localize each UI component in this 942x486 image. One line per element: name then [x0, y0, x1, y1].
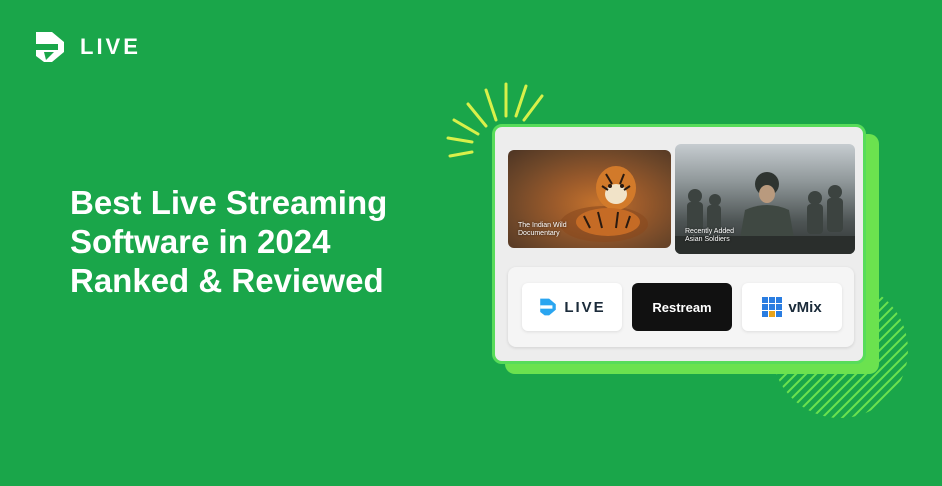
video-thumbnail-tiger[interactable]: The Indian Wild Documentary [508, 150, 671, 248]
thumbnail-caption: Recently Added Asian Soldiers [685, 228, 734, 244]
live-logo-icon [540, 298, 557, 316]
headline-line: Best Live Streaming [70, 184, 388, 221]
caption-line: Documentary [518, 230, 560, 237]
video-thumbnail-soldiers[interactable]: Recently Added Asian Soldiers [675, 144, 855, 254]
logo-label: vMix [788, 298, 822, 316]
caption-line: Asian Soldiers [685, 236, 730, 243]
platform-logos-panel: LIVE Restream vMix [508, 267, 854, 347]
brand-name: LIVE [80, 34, 141, 59]
logo-tile-vmix[interactable]: vMix [742, 283, 842, 331]
preview-card: The Indian Wild Documentary Recently Add… [492, 124, 866, 364]
logo-tile-restream[interactable]: Restream [632, 283, 732, 331]
logo-label: Restream [652, 299, 712, 315]
logo-tile-live[interactable]: LIVE [522, 283, 622, 331]
brand-logo: LIVE [32, 30, 141, 64]
headline-line: Ranked & Reviewed [70, 262, 384, 299]
live-logo-icon [36, 32, 64, 62]
page-headline: Best Live Streaming Software in 2024 Ran… [70, 183, 430, 300]
caption-line: The Indian Wild [518, 222, 567, 229]
headline-line: Software in 2024 [70, 223, 331, 260]
caption-line: Recently Added [685, 228, 735, 235]
logo-label: LIVE [564, 298, 606, 316]
vmix-grid-icon [762, 297, 783, 317]
thumbnail-caption: The Indian Wild Documentary [518, 222, 567, 238]
